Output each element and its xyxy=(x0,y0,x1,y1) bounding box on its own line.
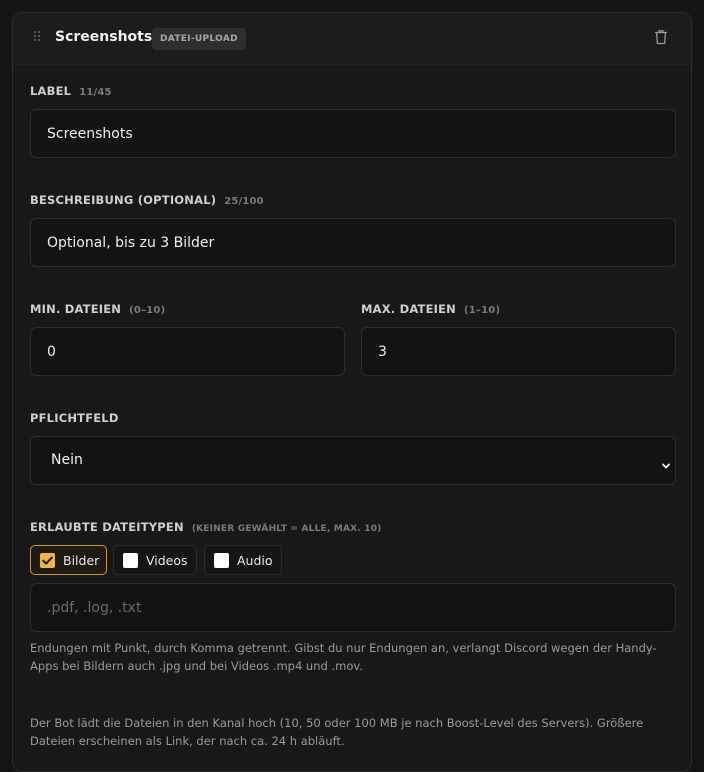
chevron-down-icon xyxy=(661,456,671,469)
description-char-counter: 25/100 xyxy=(224,196,264,207)
chip-label-bilder: Bilder xyxy=(63,553,100,568)
required-select-value: Nein xyxy=(51,452,83,468)
extensions-help-text: Endungen mit Punkt, durch Komma getrennt… xyxy=(30,641,657,673)
chip-label-videos: Videos xyxy=(146,553,188,568)
label-char-counter: 11/45 xyxy=(79,87,112,98)
min-files-label: MIN. DATEIEN (0–10) xyxy=(30,302,165,316)
drag-handle-icon[interactable] xyxy=(34,31,40,43)
required-label: PFLICHTFELD xyxy=(30,411,119,425)
min-files-input[interactable] xyxy=(30,327,345,376)
required-title: PFLICHTFELD xyxy=(30,411,119,425)
field-type-badge: DATEI-UPLOAD xyxy=(152,28,246,50)
field-title: Screenshots xyxy=(55,29,153,45)
file-types-title: ERLAUBTE DATEITYPEN xyxy=(30,520,184,534)
card-header: Screenshots DATEI-UPLOAD xyxy=(13,13,691,65)
label-field-title: LABEL xyxy=(30,84,72,98)
description-field-title: BESCHREIBUNG (OPTIONAL) xyxy=(30,193,217,207)
upload-help-text: Der Bot lädt die Dateien in den Kanal ho… xyxy=(30,716,644,748)
max-files-range: (1–10) xyxy=(464,305,501,316)
label-field-label: LABEL 11/45 xyxy=(30,84,112,98)
file-type-chip-bilder[interactable]: Bilder xyxy=(30,545,107,575)
label-input[interactable] xyxy=(30,109,676,158)
min-files-range: (0–10) xyxy=(129,305,166,316)
file-types-hint: (KEINER GEWÄHLT = ALLE, MAX. 10) xyxy=(191,524,382,534)
file-type-chip-audio[interactable]: Audio xyxy=(204,545,282,575)
max-files-title: MAX. DATEIEN xyxy=(361,302,456,316)
checkbox-videos[interactable] xyxy=(123,553,138,568)
checkmark-icon xyxy=(42,556,53,565)
chip-label-audio: Audio xyxy=(237,553,273,568)
description-input[interactable] xyxy=(30,218,676,267)
trash-icon[interactable] xyxy=(654,29,668,45)
checkbox-audio[interactable] xyxy=(214,553,229,568)
max-files-label: MAX. DATEIEN (1–10) xyxy=(361,302,500,316)
max-files-input[interactable] xyxy=(361,327,676,376)
checkbox-bilder[interactable] xyxy=(40,553,55,568)
required-select[interactable]: Nein xyxy=(30,436,676,485)
min-files-title: MIN. DATEIEN xyxy=(30,302,122,316)
description-field-label: BESCHREIBUNG (OPTIONAL) 25/100 xyxy=(30,193,264,207)
field-card: Screenshots DATEI-UPLOAD LABEL 11/45 BESC… xyxy=(12,12,692,772)
extensions-input[interactable] xyxy=(30,583,676,632)
file-types-label: ERLAUBTE DATEITYPEN (KEINER GEWÄHLT = ALL… xyxy=(30,520,381,534)
file-type-chip-videos[interactable]: Videos xyxy=(113,545,197,575)
